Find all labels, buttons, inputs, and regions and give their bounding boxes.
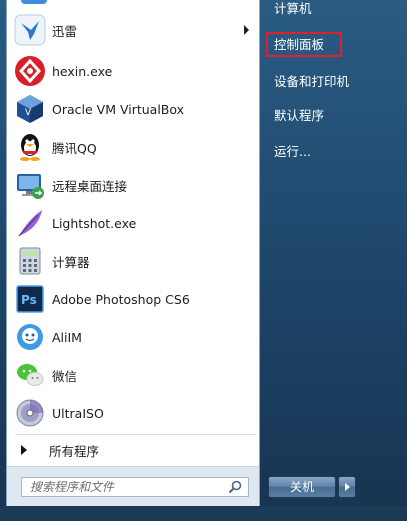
program-label: 腾讯QQ	[52, 140, 97, 156]
calculator-icon	[14, 245, 46, 277]
link-default-programs[interactable]: 默认程序	[266, 104, 400, 128]
chevron-right-icon	[345, 483, 350, 491]
disc-icon	[14, 397, 46, 429]
program-label: UltraISO	[52, 405, 104, 421]
all-programs-item[interactable]: 所有程序	[7, 438, 259, 462]
photoshop-icon: Ps	[14, 283, 46, 315]
program-item-virtualbox[interactable]: V Oracle VM VirtualBox	[7, 91, 259, 127]
aliim-icon	[14, 321, 46, 353]
program-item-xunlei[interactable]: 迅雷	[7, 12, 259, 48]
search-input[interactable]: 搜索程序和文件	[21, 477, 249, 497]
link-run[interactable]: 运行...	[266, 140, 400, 164]
program-label: 微信	[52, 368, 78, 384]
shutdown-button[interactable]: 关机	[268, 476, 336, 498]
search-placeholder: 搜索程序和文件	[30, 480, 115, 494]
program-label: Lightshot.exe	[52, 215, 137, 231]
system-links-panel: 计算机 控制面板 设备和打印机 默认程序 运行... 关机	[262, 0, 407, 506]
virtualbox-icon: V	[14, 93, 46, 125]
link-computer[interactable]: 计算机	[266, 0, 400, 21]
program-label: AliIM	[52, 329, 82, 345]
program-item-remote-desktop[interactable]: 远程桌面连接	[7, 167, 259, 203]
qq-penguin-icon	[14, 131, 46, 163]
program-item-hexin[interactable]: hexin.exe	[7, 53, 259, 89]
submenu-arrow-icon	[244, 25, 249, 35]
program-item-calculator[interactable]: 计算器	[7, 243, 259, 279]
program-item-qq[interactable]: 腾讯QQ	[7, 129, 259, 165]
svg-text:Ps: Ps	[21, 293, 37, 307]
thunder-icon	[14, 14, 46, 46]
link-devices-printers[interactable]: 设备和打印机	[266, 70, 400, 94]
expand-arrow-icon	[21, 445, 27, 455]
remote-desktop-icon	[14, 169, 46, 201]
wechat-icon	[14, 359, 46, 391]
program-label: Oracle VM VirtualBox	[52, 101, 185, 117]
search-area: 搜索程序和文件	[7, 466, 259, 507]
program-label: 远程桌面连接	[52, 178, 128, 194]
program-item-ultraiso[interactable]: UltraISO	[7, 395, 259, 431]
program-item-wechat[interactable]: 微信	[7, 357, 259, 393]
program-item-aliim[interactable]: AliIM	[7, 319, 259, 355]
program-label: 迅雷	[52, 23, 78, 39]
separator	[15, 434, 255, 435]
program-item-lightshot[interactable]: Lightshot.exe	[7, 205, 259, 241]
all-programs-label: 所有程序	[49, 443, 100, 459]
programs-panel: 迅雷 hexin.exe V Oracle VM VirtualBox 腾讯QQ…	[6, 0, 260, 507]
program-label: 计算器	[52, 254, 90, 270]
control-panel-highlight	[266, 32, 342, 57]
start-menu: 迅雷 hexin.exe V Oracle VM VirtualBox 腾讯QQ…	[0, 0, 407, 521]
program-item-photoshop[interactable]: Ps Adobe Photoshop CS6	[7, 281, 259, 317]
search-icon[interactable]	[228, 480, 242, 494]
partial-app-icon	[21, 0, 47, 4]
shutdown-options-button[interactable]	[338, 476, 356, 498]
feather-icon	[14, 207, 46, 239]
taskbar-edge	[0, 506, 407, 521]
program-label: hexin.exe	[52, 63, 113, 79]
program-label: Adobe Photoshop CS6	[52, 291, 190, 307]
hexin-icon	[14, 55, 46, 87]
svg-text:V: V	[25, 108, 32, 118]
